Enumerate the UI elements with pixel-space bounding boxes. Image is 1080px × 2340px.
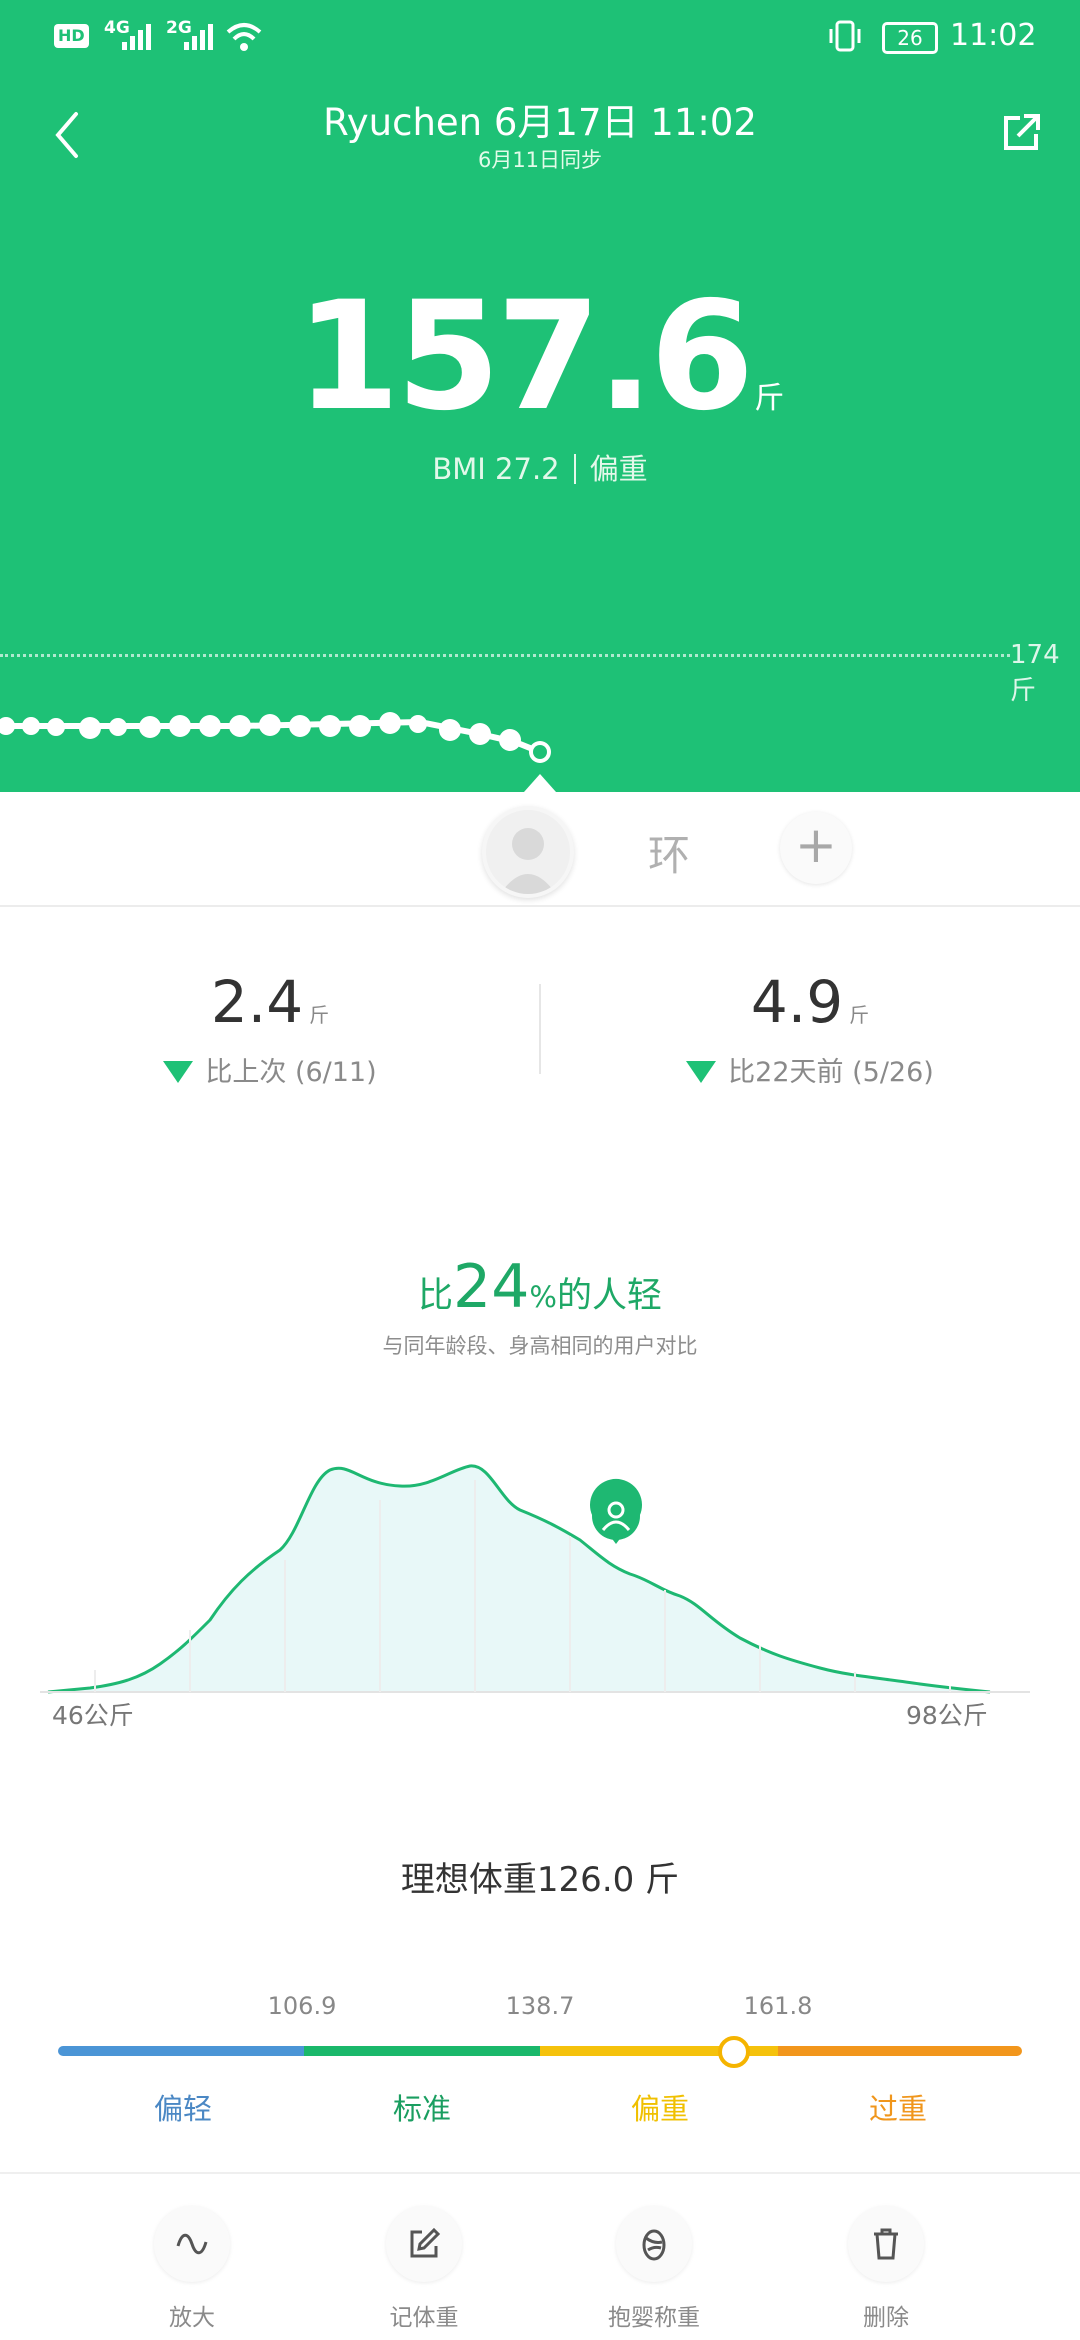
status-bar: HD 4G 2G 26 11:02: [0, 0, 1080, 72]
baby-scale-icon: [642, 2229, 666, 2261]
bmi-category: 偏重: [589, 452, 648, 486]
page-title: Ryuchen 6月17日 11:02: [323, 101, 757, 144]
threshold-heavy: 161.8: [743, 1992, 813, 2020]
percentile-title: 比24%的人轻: [418, 1252, 662, 1322]
percentile-value: 24: [453, 1252, 530, 1322]
compare-22days-unit: 斤: [849, 1003, 870, 1027]
threshold-light: 106.9: [267, 1992, 337, 2020]
record-weight-label: 记体重: [389, 2305, 459, 2331]
battery-indicator: 26: [882, 22, 938, 54]
signal-2-icon: [184, 24, 213, 50]
compare-last-value: 2.4: [210, 968, 304, 1036]
zoom-label: 放大: [169, 2305, 215, 2331]
bmi-summary: BMI 27.2 偏重: [0, 446, 1080, 488]
zoom-button[interactable]: [154, 2206, 230, 2282]
share-icon[interactable]: [1002, 112, 1042, 152]
member-ring-chip[interactable]: 环: [648, 822, 690, 883]
percentile-subtitle: 与同年龄段、身高相同的用户对比: [382, 1334, 698, 1358]
current-weight-knob: [718, 2036, 750, 2068]
threshold-standard: 138.7: [505, 1992, 575, 2020]
distribution-chart: [40, 1464, 1030, 1694]
selected-pointer: [524, 774, 556, 792]
wave-icon: [176, 2233, 208, 2255]
trash-icon: [874, 2228, 898, 2260]
bar-segment-light: [58, 2046, 304, 2056]
trend-points: [0, 712, 551, 763]
ideal-weight: 理想体重126.0 斤: [400, 1860, 680, 1900]
signal-1-icon: [122, 24, 151, 50]
axis-min-label: 46公斤: [52, 1701, 134, 1730]
status-time: 11:02: [950, 18, 1037, 53]
record-weight-button[interactable]: [386, 2206, 462, 2282]
compare-last-unit: 斤: [309, 1003, 330, 1027]
avatar[interactable]: [482, 806, 574, 898]
sync-subtitle: 6月11日同步: [477, 148, 603, 172]
vibrate-icon: [829, 20, 861, 52]
category-light: 偏轻: [153, 2092, 213, 2126]
reference-line: [0, 654, 1010, 657]
compare-last: 2.4 斤 比上次 (6/11): [0, 968, 540, 1089]
down-triangle-icon: [686, 1061, 717, 1083]
baby-weigh-label: 抱婴称重: [608, 2305, 700, 2331]
bmi-separator: [573, 454, 576, 484]
category-standard: 标准: [392, 2092, 452, 2126]
user-avatar-icon: [500, 828, 556, 894]
wifi-icon: [226, 23, 262, 51]
axis-max-label: 98公斤: [906, 1701, 988, 1730]
user-position-marker: [590, 1478, 642, 1544]
compare-22days: 4.9 斤 比22天前 (5/26): [540, 968, 1080, 1089]
divider: [0, 905, 1080, 907]
weight-unit: 斤: [754, 381, 785, 416]
trend-chart: [0, 712, 556, 792]
hd-badge: HD: [54, 24, 89, 48]
bar-segment-standard: [304, 2046, 540, 2056]
weight-value: 157.6: [295, 270, 754, 444]
edit-icon: [410, 2227, 441, 2258]
compare-22days-label: 比22天前 (5/26): [728, 1057, 934, 1088]
down-triangle-icon: [163, 1061, 194, 1083]
category-overweight: 过重: [868, 2092, 928, 2126]
compare-22days-value: 4.9: [750, 968, 844, 1036]
bmi-value: BMI 27.2: [432, 452, 560, 486]
compare-last-label: 比上次 (6/11): [205, 1057, 377, 1088]
toolbar-divider: [0, 2172, 1080, 2174]
baby-weigh-button[interactable]: [616, 2206, 692, 2282]
delete-button[interactable]: [848, 2206, 924, 2282]
bar-segment-overweight: [778, 2046, 1022, 2056]
add-member-button[interactable]: +: [780, 812, 852, 884]
delete-label: 删除: [863, 2305, 909, 2331]
weight-display: 157.6 斤: [0, 270, 1080, 444]
category-heavy: 偏重: [630, 2092, 690, 2126]
